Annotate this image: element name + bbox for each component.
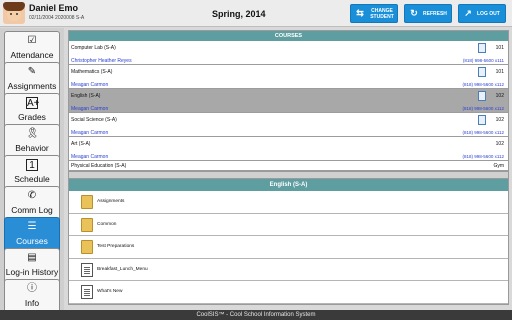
folder-name: Test Preparations [97,244,135,249]
teacher-phone[interactable]: (818) 998-5600 x112 [463,154,504,159]
footer: CoolSIS™ - Cool School Information Syste… [0,310,512,320]
file-name: Breakfast_Lunch_Menu [97,266,148,272]
folder-icon [81,240,93,254]
nav-label: Log-in History [5,267,59,277]
course-name: Mathematics (S-A) [71,69,113,75]
course-row[interactable]: Computer Lab (S-A) 101 Christopher Heath… [69,41,508,65]
logout-label: LOG OUT [477,10,500,17]
folder-name: Common [97,221,117,227]
file-row[interactable]: Breakfast_Lunch_Menu [69,259,508,281]
folder-row[interactable]: Assignments [69,191,508,214]
swap-arrows-icon: ⇆ [356,8,364,18]
change-student-label: CHANGE STUDENT [370,7,394,20]
course-name: Computer Lab (S-A) [71,45,116,51]
ribbon-icon: 🎗 [26,128,39,139]
folder-icon [81,195,93,209]
course-room: 102 [495,93,504,99]
file-icon [81,285,93,299]
student-meta: 02/11/2004 2020008 S-A [29,15,85,21]
nav-label: Grades [18,112,46,122]
course-row[interactable]: Mathematics (S-A) 101 Meagan Carmon (818… [69,65,508,89]
course-room: 102 [495,141,504,147]
courses-panel-title: COURSES [69,31,508,41]
logout-button[interactable]: ↗ LOG OUT [458,4,506,23]
top-bar: Daniel Emo 02/11/2004 2020008 S-A Spring… [0,0,512,27]
refresh-button[interactable]: ↻ REFRESH [404,4,452,23]
course-row-selected[interactable]: English (S-A) 102 Meagan Carmon (818) 99… [69,89,508,113]
refresh-label: REFRESH [423,10,447,17]
course-room: 102 [495,117,504,123]
nav-label: Attendance [10,50,54,60]
file-name: What's New [97,289,123,294]
history-icon: ▤ [27,252,37,263]
refresh-icon: ↻ [410,8,418,18]
calendar-icon: 1 [26,159,38,171]
nav-label: Assignments [7,81,57,91]
teacher-phone[interactable]: (818) 998-5600 x112 [463,130,504,135]
course-name: English (S-A) [71,93,101,99]
document-icon[interactable] [478,43,486,53]
main-content: COURSES Computer Lab (S-A) 101 Christoph… [68,30,509,305]
nav-label: Courses [16,236,48,246]
teacher-phone[interactable]: (818) 998-5600 x112 [463,106,504,111]
teacher-phone[interactable]: (818) 998-5600 x111 [463,58,504,63]
teacher-link[interactable]: Meagan Carmon [71,106,108,112]
teacher-link[interactable]: Christopher Heather Reyes [71,58,132,64]
teacher-phone[interactable]: (818) 998-5600 x112 [463,82,504,87]
sidebar: ☑ Attendance ✎ Assignments A+ Grades 🎗 B… [0,28,64,316]
books-icon: ☰ [27,221,37,232]
folder-icon [81,217,93,232]
nav-label: Info [24,298,40,308]
student-avatar [3,2,25,24]
course-row[interactable]: Art (S-A) 102 Meagan Carmon (818) 998-56… [69,137,508,161]
folder-row[interactable]: Test Preparations [69,236,508,259]
course-room: Gym [493,163,504,169]
file-icon [81,262,93,277]
course-room: 101 [495,45,504,51]
folder-row[interactable]: Common [69,214,508,236]
file-row[interactable]: What's New [69,281,508,304]
phone-icon: ✆ [27,190,37,201]
panel-divider [69,171,508,179]
change-student-button[interactable]: ⇆ CHANGE STUDENT [350,4,398,23]
course-name: Physical Education (S-A) [71,163,127,169]
course-room: 101 [495,69,504,75]
course-name: Art (S-A) [71,141,91,147]
teacher-link[interactable]: Meagan Carmon [71,154,108,160]
logout-icon: ↗ [464,8,472,18]
pencil-icon: ✎ [27,66,37,77]
folder-name: Assignments [97,199,125,204]
course-row[interactable]: Social Science (S-A) 102 Meagan Carmon (… [69,113,508,137]
info-icon: ⓘ [27,283,37,294]
teacher-link[interactable]: Meagan Carmon [71,82,108,88]
nav-label: Comm Log [11,205,53,215]
checkbox-icon: ☑ [27,35,37,46]
term-label: Spring, 2014 [212,9,266,19]
document-icon[interactable] [478,91,486,101]
teacher-link[interactable]: Meagan Carmon [71,130,108,136]
nav-label: Schedule [14,174,50,184]
document-icon[interactable] [478,115,486,125]
course-row[interactable]: Physical Education (S-A) Gym [69,161,508,171]
grade-icon: A+ [26,97,40,109]
course-name: Social Science (S-A) [71,117,117,123]
student-name: Daniel Emo [29,3,79,13]
document-icon[interactable] [478,67,486,77]
course-folder-title: English (S-A) [69,179,508,191]
nav-label: Behavior [15,143,49,153]
